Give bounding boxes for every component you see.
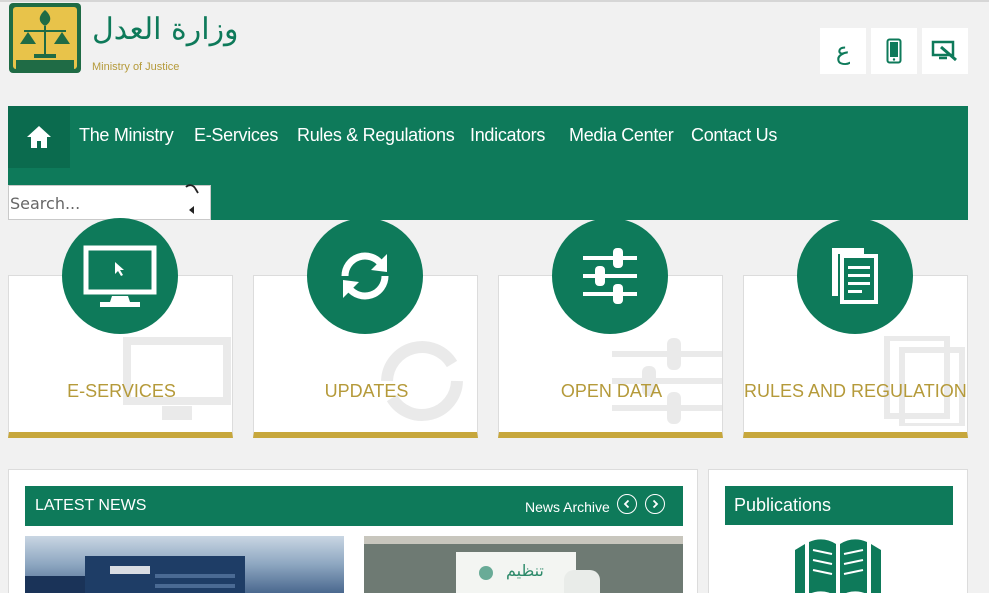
language-toggle-button[interactable]: ع [820,28,866,74]
search-submit-arrow-icon[interactable] [189,206,194,214]
ministry-name-arabic: وزارة العدل [92,12,239,47]
nav-item-media-center[interactable]: Media Center [569,125,674,146]
card-label-open-data: OPEN DATA [560,381,663,401]
open-book-icon[interactable] [793,536,883,593]
nav-item-e-services[interactable]: E-Services [194,125,278,146]
news-image-building[interactable] [25,536,344,593]
event-slide-caption: تنظيم [506,561,544,580]
rules-regulations-circle-button[interactable] [797,218,913,334]
card-label-rules-and-regulations: RULES AND REGULATIONS [744,381,968,401]
nav-item-contact-us[interactable]: Contact Us [691,125,777,146]
mobile-phone-icon [886,38,902,64]
latest-news-header: LATEST NEWS News Archive [25,486,683,526]
news-image-event[interactable]: تنظيم [364,536,683,593]
search-box [8,183,211,220]
card-label-updates: UPDATES [324,381,409,401]
documents-icon [832,248,878,304]
sliders-icon [583,248,637,304]
latest-news-title: LATEST NEWS [35,497,147,514]
publications-header: Publications [725,486,953,525]
nav-item-the-ministry[interactable]: The Ministry [79,125,174,146]
open-data-circle-button[interactable] [552,218,668,334]
search-input[interactable] [10,191,175,215]
nav-item-rules-regulations[interactable]: Rules & Regulations [297,125,455,146]
news-next-button[interactable] [645,494,665,514]
search-icon[interactable] [183,183,201,201]
news-prev-button[interactable] [617,494,637,514]
latest-news-panel: LATEST NEWS News Archive تنظيم [8,469,698,593]
e-services-circle-button[interactable] [62,218,178,334]
nav-item-indicators[interactable]: Indicators [470,125,545,146]
main-navigation: The Ministry E-Services Rules & Regulati… [8,106,968,220]
screen-reader-button[interactable] [922,28,968,74]
home-button[interactable] [8,106,70,168]
building-photo [25,556,245,593]
screen-reader-icon [931,40,957,62]
card-label-e-services: E-SERVICES [67,381,176,401]
ministry-logo[interactable] [8,2,82,74]
monitor-icon [83,245,157,307]
home-icon [27,126,51,148]
ministry-name-english: Ministry of Justice [92,61,180,73]
chevron-right-icon [652,499,659,509]
refresh-icon [341,252,389,300]
news-archive-link[interactable]: News Archive [525,499,610,515]
publications-title: Publications [734,495,832,515]
publications-panel: Publications [708,469,968,593]
top-border-line [0,0,989,2]
chevron-left-icon [623,499,630,509]
mobile-app-button[interactable] [871,28,917,74]
updates-circle-button[interactable] [307,218,423,334]
